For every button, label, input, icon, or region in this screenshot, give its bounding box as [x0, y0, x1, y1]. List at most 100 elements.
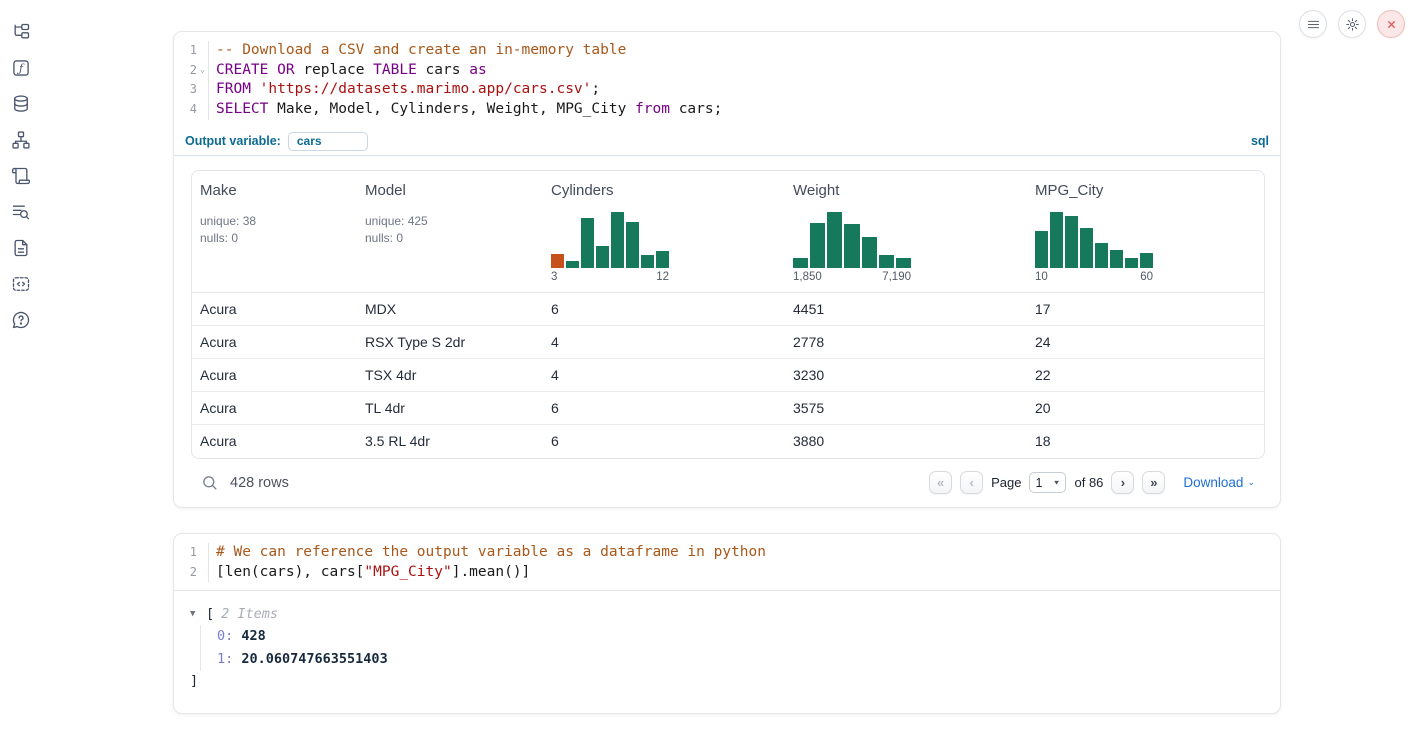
line-number: 4 [174, 100, 197, 120]
table-cell[interactable]: 24 [1027, 334, 1264, 350]
hist-bar [862, 237, 877, 268]
column-header-model[interactable]: Modelunique: 425nulls: 0 [357, 171, 543, 292]
tree-close-bracket: ] [190, 671, 1264, 691]
database-icon[interactable] [10, 94, 31, 114]
chat-help-icon[interactable] [10, 310, 31, 330]
table-cell[interactable]: 6 [543, 400, 785, 416]
table-row[interactable]: Acura3.5 RL 4dr6388018 [192, 425, 1264, 458]
table-cell[interactable]: 18 [1027, 433, 1264, 449]
last-page-button[interactable]: » [1142, 471, 1165, 494]
table-cell[interactable]: 6 [543, 301, 785, 317]
column-header-mpg_city[interactable]: MPG_City1060 [1027, 171, 1264, 292]
column-title: Cylinders [551, 182, 777, 199]
table-cell[interactable]: Acura [192, 367, 357, 383]
table-row[interactable]: AcuraTSX 4dr4323022 [192, 359, 1264, 392]
table-cell[interactable]: 3575 [785, 400, 1027, 416]
page-select[interactable]: 1 ▼ [1029, 472, 1066, 493]
table-cell[interactable]: 3880 [785, 433, 1027, 449]
page-total-label: of 86 [1074, 475, 1103, 490]
column-unique-stat: unique: 425 [365, 214, 535, 228]
table-cell[interactable]: 4 [543, 367, 785, 383]
search-button[interactable] [199, 473, 219, 493]
output-variable-label: Output variable: [185, 134, 281, 148]
table-cell[interactable]: TSX 4dr [357, 367, 543, 383]
tree-open-bracket: [ [206, 606, 214, 622]
function-icon[interactable]: ƒ [10, 58, 31, 78]
hist-bar [879, 255, 894, 268]
table-cell[interactable]: 3230 [785, 367, 1027, 383]
table-cell[interactable]: TL 4dr [357, 400, 543, 416]
histogram-mpg_city[interactable]: 1060 [1035, 212, 1153, 283]
table-body: AcuraMDX6445117AcuraRSX Type S 2dr427782… [192, 293, 1264, 458]
row-count: 428 rows [230, 475, 289, 491]
shutdown-button[interactable] [1377, 10, 1405, 38]
hist-bar [611, 212, 624, 268]
table-cell[interactable]: 3.5 RL 4dr [357, 433, 543, 449]
table-cell[interactable]: MDX [357, 301, 543, 317]
table-row[interactable]: AcuraTL 4dr6357520 [192, 392, 1264, 425]
next-page-button[interactable]: › [1111, 471, 1134, 494]
python-code-editor[interactable]: 1# We can reference the output variable … [174, 534, 1280, 591]
hist-bar [1140, 253, 1153, 268]
table-row[interactable]: AcuraRSX Type S 2dr4277824 [192, 326, 1264, 359]
svg-text:ƒ: ƒ [16, 62, 24, 75]
table-cell[interactable]: Acura [192, 334, 357, 350]
table-cell[interactable]: 20 [1027, 400, 1264, 416]
dependency-graph-icon[interactable] [10, 130, 31, 150]
hist-bar [566, 261, 579, 268]
table-cell[interactable]: 4451 [785, 301, 1027, 317]
output-variable-input[interactable] [288, 132, 368, 151]
logs-icon[interactable] [10, 202, 31, 222]
hist-bar [551, 254, 564, 268]
table-cell[interactable]: 17 [1027, 301, 1264, 317]
close-icon [1384, 17, 1399, 32]
settings-button[interactable] [1338, 10, 1366, 38]
prev-page-button[interactable]: ‹ [960, 471, 983, 494]
histogram-weight[interactable]: 1,8507,190 [793, 212, 911, 283]
data-table: Makeunique: 38nulls: 0Modelunique: 425nu… [191, 170, 1265, 459]
table-row[interactable]: AcuraMDX6445117 [192, 293, 1264, 326]
sql-code-editor[interactable]: 1-- Download a CSV and create an in-memo… [174, 32, 1280, 128]
first-page-button[interactable]: « [929, 471, 952, 494]
hamburger-icon [1306, 17, 1321, 32]
tree-entries: 0: 4281: 20.060747663551403 [200, 625, 1264, 671]
line-number: 1 [174, 543, 197, 563]
table-cell[interactable]: Acura [192, 400, 357, 416]
table-cell[interactable]: Acura [192, 433, 357, 449]
sql-cell: 1-- Download a CSV and create an in-memo… [173, 31, 1281, 508]
scratchpad-icon[interactable] [10, 166, 31, 186]
fold-chevron-icon[interactable]: ⌄ [197, 61, 208, 81]
histogram-cylinders[interactable]: 312 [551, 212, 669, 283]
download-button[interactable]: Download ⌄ [1183, 475, 1255, 490]
hist-bar [827, 212, 842, 268]
snippets-icon[interactable] [10, 274, 31, 294]
hist-axis-labels: 312 [551, 271, 669, 283]
table-cell[interactable]: RSX Type S 2dr [357, 334, 543, 350]
documentation-icon[interactable] [10, 238, 31, 258]
tree-collapse-chevron-icon[interactable]: ▼ [190, 609, 201, 619]
table-cell[interactable]: 6 [543, 433, 785, 449]
line-number: 2 [174, 61, 197, 81]
column-title: Make [200, 182, 349, 199]
hist-bar [844, 224, 859, 268]
tree-entry: 1: 20.060747663551403 [217, 648, 1264, 671]
table-cell[interactable]: Acura [192, 301, 357, 317]
table-cell[interactable]: 22 [1027, 367, 1264, 383]
hist-bar [810, 223, 825, 268]
tree-items-count: 2 Items [221, 606, 278, 622]
hist-bar [626, 222, 639, 268]
column-header-make[interactable]: Makeunique: 38nulls: 0 [192, 171, 357, 292]
column-header-cylinders[interactable]: Cylinders 312 [543, 171, 785, 292]
sql-cell-output: Makeunique: 38nulls: 0Modelunique: 425nu… [174, 156, 1280, 503]
table-cell[interactable]: 2778 [785, 334, 1027, 350]
file-tree-icon[interactable] [10, 22, 31, 42]
tree-entry-key: 0: [217, 628, 233, 644]
column-header-weight[interactable]: Weight1,8507,190 [785, 171, 1027, 292]
hist-bar [641, 255, 654, 268]
column-unique-stat: unique: 38 [200, 214, 349, 228]
menu-button[interactable] [1299, 10, 1327, 38]
table-cell[interactable]: 4 [543, 334, 785, 350]
hist-bar [896, 258, 911, 268]
python-cell: 1# We can reference the output variable … [173, 533, 1281, 714]
tree-entry: 0: 428 [217, 625, 1264, 648]
